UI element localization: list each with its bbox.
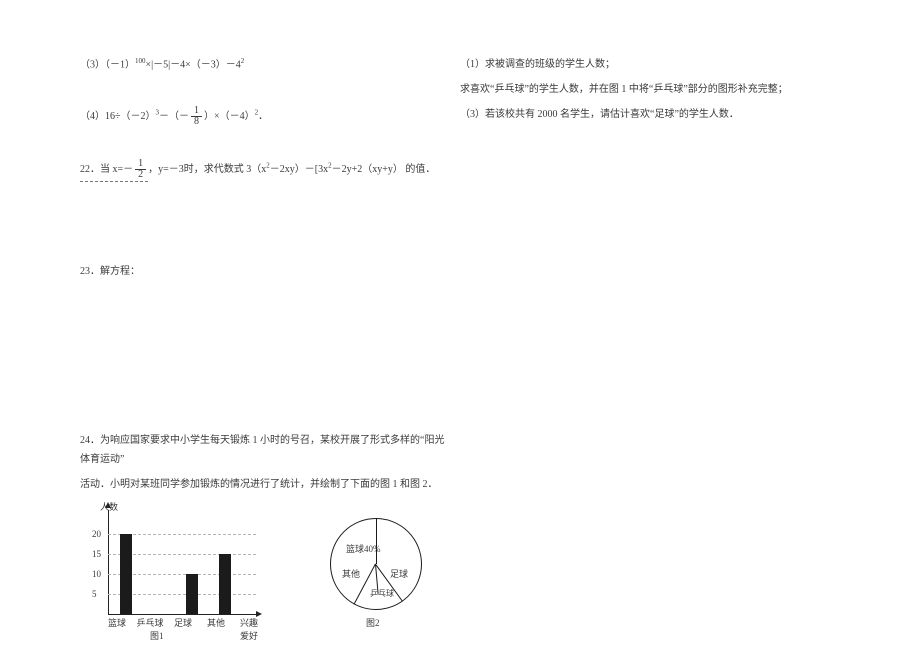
pie-label-football: 足球 [390,567,408,580]
p4-b: －（－ [159,111,189,122]
q24-sub1: （1）求被调查的班级的学生人数； [460,55,870,74]
q24-sub3: （3）若该校共有 2000 名学生，请估计喜欢“足球”的学生人数． [460,105,870,124]
pie-label-basketball: 篮球40% [346,542,381,555]
fig1-caption: 图1 [150,629,164,642]
problem-22: 22．当 x=－12 ，y=－3时，求代数式 3（x2－2xy）－[3x2－2y… [80,159,450,182]
pie-label-pingpong: 乒乓球 [370,588,394,599]
q22-d: －2y+2（xy+y） 的值． [332,164,436,175]
right-column: （1）求被调查的班级的学生人数； 求喜欢“乒乓球”的学生人数，并在图 1 中将“… [460,55,870,130]
left-column: （3）（－1）100×|－5|－4×（－3）－42 （4）16÷（－2）3－（－… [80,55,450,639]
bar-chart-fig1: 人数 5 10 15 20 篮球 乒乓球 足球 [80,504,260,639]
fig2-caption: 图2 [366,616,380,629]
q22-a: 22．当 x=－ [80,164,133,175]
p3-b: ×|－5|－4×（－3）－4 [146,59,241,70]
pie-divider [376,518,377,564]
q24-sub2: 求喜欢“乒乓球”的学生人数，并在图 1 中将“乒乓球”部分的图形补充完整； [460,80,870,99]
bar-football [186,574,198,614]
x-tick: 足球 [168,616,198,629]
x-axis-label: 兴趣爱好 [240,616,260,642]
p3-exp2: 2 [241,57,245,65]
problem-21-4: （4）16÷（－2）3－（－18）×（－4）2． [80,106,450,127]
y-tick: 20 [92,529,101,539]
bar-other [219,554,231,614]
q22-den: 2 [135,170,146,180]
pie-chart-fig2: 篮球40% 其他 足球 乒乓球 图2 [320,504,440,639]
q22-b: ，y=－3时，求代数式 3（x [148,164,266,175]
y-tick: 5 [92,589,97,599]
problem-23: 23．解方程： [80,262,450,281]
x-tick: 乒乓球 [135,616,165,629]
p4-a: （4）16÷（－2） [80,111,156,122]
x-tick: 其他 [201,616,231,629]
p4-den: 8 [191,117,202,127]
y-tick: 10 [92,569,101,579]
y-tick: 15 [92,549,101,559]
p3-a: （3）（－1） [80,59,135,70]
worksheet-page: （3）（－1）100×|－5|－4×（－3）－42 （4）16÷（－2）3－（－… [0,0,920,650]
q22-c: －2xy）－[3x [270,164,328,175]
pie-label-other: 其他 [342,567,360,580]
bars [108,510,256,614]
y-axis-arrow-icon [105,502,111,508]
x-tick: 篮球 [102,616,132,629]
p3-exp: 100 [135,57,146,65]
figures-row: 人数 5 10 15 20 篮球 乒乓球 足球 [80,504,450,639]
problem-24-line2: 活动．小明对某班同学参加锻炼的情况进行了统计，并绘制了下面的图 1 和图 2． [80,475,450,494]
problem-24-line1: 24．为响应国家要求中小学生每天锻炼 1 小时的号召，某校开展了形式多样的“阳光… [80,431,450,469]
q22-underlined: 22．当 x=－12 [80,159,148,182]
p4-fraction: 18 [191,106,202,127]
bar-basketball [120,534,132,614]
p4-c: ）×（－4） [204,111,255,122]
p4-end: ． [258,111,268,122]
q22-frac: 12 [135,159,146,180]
problem-21-3: （3）（－1）100×|－5|－4×（－3）－42 [80,55,450,74]
